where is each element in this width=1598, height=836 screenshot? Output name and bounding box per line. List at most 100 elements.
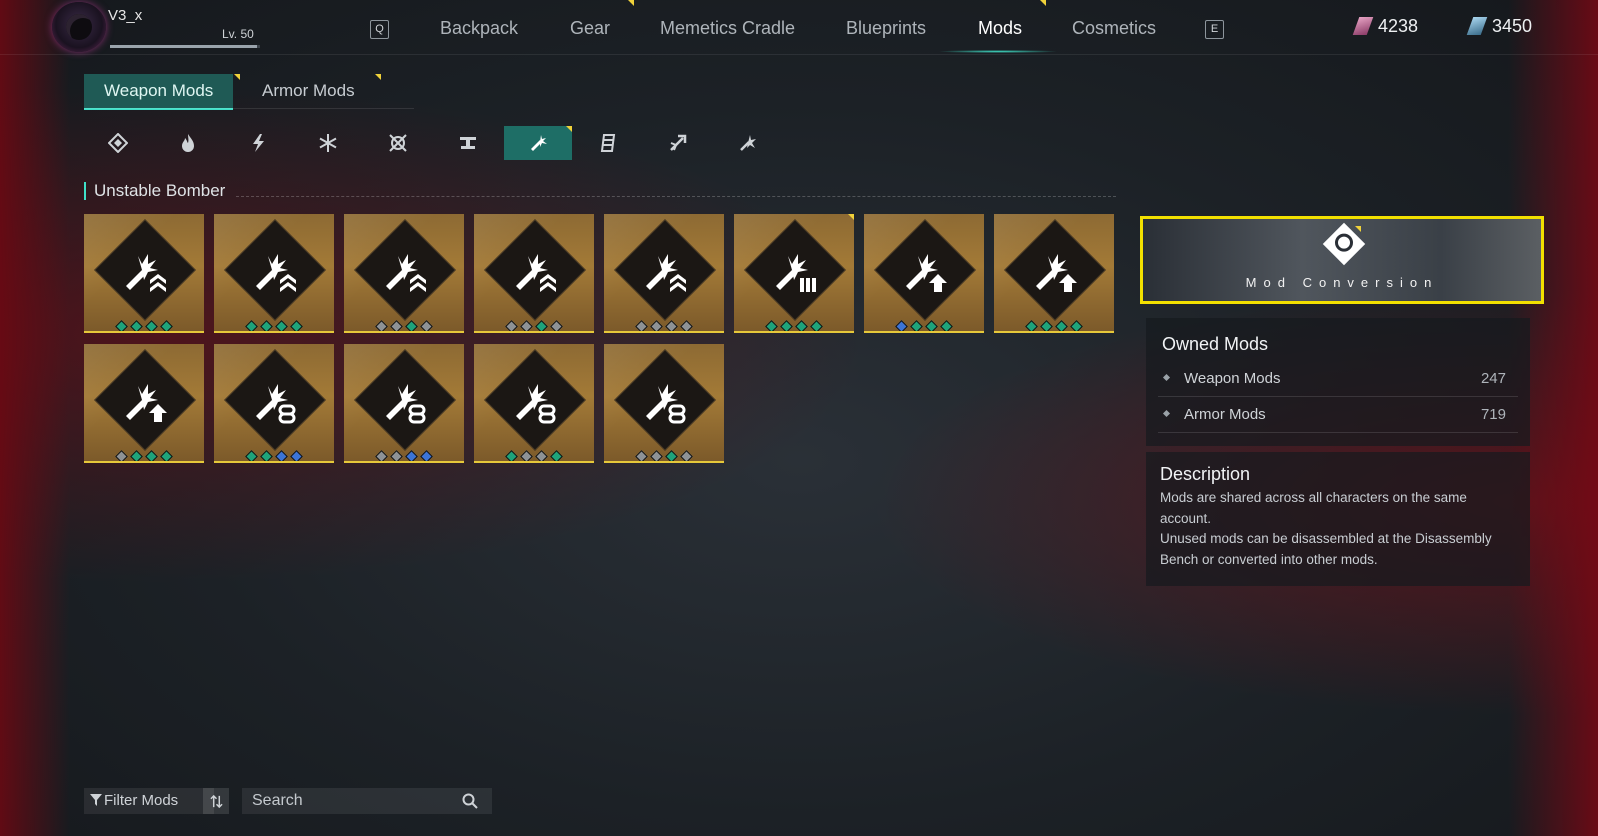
mod-card[interactable]	[344, 344, 464, 463]
pip-gray	[390, 450, 403, 461]
player-level: Lv. 50	[222, 27, 254, 41]
mod-card[interactable]	[214, 214, 334, 333]
description-text: Mods are shared across all characters on…	[1160, 488, 1516, 570]
pip-gray	[420, 320, 433, 331]
mod-card[interactable]	[994, 214, 1114, 333]
category-fast-gunner[interactable]	[714, 126, 782, 160]
mod-card[interactable]	[84, 214, 204, 333]
pip-green	[910, 320, 923, 331]
rarity-pips	[864, 318, 984, 331]
pip-green	[535, 320, 548, 331]
bullet-icon	[1162, 409, 1171, 418]
currency-purple-amount: 4238	[1378, 16, 1419, 36]
pip-green	[145, 320, 158, 331]
purple-crystal-icon	[1352, 17, 1374, 35]
pip-blue	[420, 450, 433, 461]
pip-gray	[375, 320, 388, 331]
pip-gray	[650, 450, 663, 461]
rarity-pips	[214, 448, 334, 461]
background-edge-left	[0, 0, 70, 836]
new-indicator	[234, 74, 240, 80]
rarity-pips	[84, 318, 204, 331]
pip-green	[115, 320, 128, 331]
tab-blueprints[interactable]: Blueprints	[846, 18, 926, 39]
unstable-bomber-mod-icon	[906, 254, 947, 292]
tab-cosmetics[interactable]: Cosmetics	[1072, 18, 1156, 39]
mod-card[interactable]	[84, 344, 204, 463]
sort-button[interactable]	[203, 788, 229, 814]
pip-green	[765, 320, 778, 331]
tab-memetics-cradle[interactable]: Memetics Cradle	[660, 18, 795, 39]
unstable-bomber-mod-icon	[126, 254, 166, 292]
category-all[interactable]	[84, 126, 152, 160]
tab-armor-mods[interactable]: Armor Mods	[242, 74, 375, 108]
pip-gray	[520, 320, 533, 331]
mod-card[interactable]	[214, 344, 334, 463]
next-tab-key-hint[interactable]: E	[1205, 20, 1224, 39]
pip-blue	[405, 450, 418, 461]
blue-crystal-icon	[1466, 17, 1488, 35]
section-title: Unstable Bomber	[84, 182, 225, 200]
pip-green	[665, 450, 678, 461]
pip-gray	[680, 320, 693, 331]
pip-gray	[635, 320, 648, 331]
bounce-icon	[670, 134, 687, 151]
category-power-surge[interactable]	[364, 126, 432, 160]
active-tab-indicator	[938, 50, 1058, 53]
unstable-bomber-mod-icon	[516, 254, 556, 292]
mod-card[interactable]	[734, 214, 854, 333]
search-input[interactable]	[242, 788, 492, 814]
xp-bar	[110, 45, 260, 48]
player-name: V3_x	[108, 7, 143, 24]
owned-mods-title: Owned Mods	[1162, 334, 1269, 354]
search-icon[interactable]	[462, 793, 478, 809]
category-burn[interactable]	[154, 126, 222, 160]
mod-card[interactable]	[604, 344, 724, 463]
new-indicator	[375, 74, 381, 80]
xp-bar-fill	[110, 45, 257, 48]
pip-green	[925, 320, 938, 331]
pip-gray	[665, 320, 678, 331]
mod-conversion-button[interactable]: Mod Conversion	[1140, 216, 1544, 304]
pip-gray	[505, 320, 518, 331]
filter-mods-button[interactable]: Filter Mods	[84, 788, 214, 814]
pip-green	[550, 450, 563, 461]
mod-card[interactable]	[604, 214, 724, 333]
pip-green	[160, 320, 173, 331]
rarity-pips	[344, 448, 464, 461]
filter-mods-label: Filter Mods	[104, 792, 179, 809]
unstable-bomber-mod-icon	[256, 254, 296, 292]
category-frost[interactable]	[294, 126, 362, 160]
pip-blue	[275, 450, 288, 461]
pip-green	[405, 320, 418, 331]
section-divider	[236, 196, 1116, 197]
pip-green	[810, 320, 823, 331]
tab-mods[interactable]: Mods	[978, 18, 1022, 39]
unstable-bomber-mod-icon	[386, 254, 426, 292]
category-bounce[interactable]	[644, 126, 712, 160]
category-bullseye[interactable]	[574, 126, 642, 160]
mod-card[interactable]	[344, 214, 464, 333]
new-indicator	[628, 0, 634, 6]
tab-gear[interactable]: Gear	[570, 18, 610, 39]
category-shock[interactable]	[224, 126, 292, 160]
pip-green	[1070, 320, 1083, 331]
mod-card[interactable]	[474, 344, 594, 463]
rarity-pips	[474, 448, 594, 461]
prev-tab-key-hint[interactable]: Q	[370, 20, 389, 39]
owned-mods-panel: Owned Mods Weapon Mods 247 Armor Mods 71…	[1146, 318, 1530, 446]
category-unstable-bomber[interactable]	[504, 126, 572, 160]
rarity-pips	[344, 318, 464, 331]
mod-card[interactable]	[474, 214, 594, 333]
tab-weapon-mods[interactable]: Weapon Mods	[84, 74, 234, 110]
bullet-icon	[1162, 373, 1171, 382]
pip-green	[160, 450, 173, 461]
owned-armor-mods-label: Armor Mods	[1184, 406, 1266, 423]
pip-green	[1040, 320, 1053, 331]
category-turret[interactable]	[434, 126, 502, 160]
mod-card[interactable]	[864, 214, 984, 333]
unstable-bomber-mod-icon	[386, 384, 426, 424]
tab-backpack[interactable]: Backpack	[440, 18, 518, 39]
pip-green	[245, 320, 258, 331]
avatar[interactable]	[52, 2, 106, 52]
